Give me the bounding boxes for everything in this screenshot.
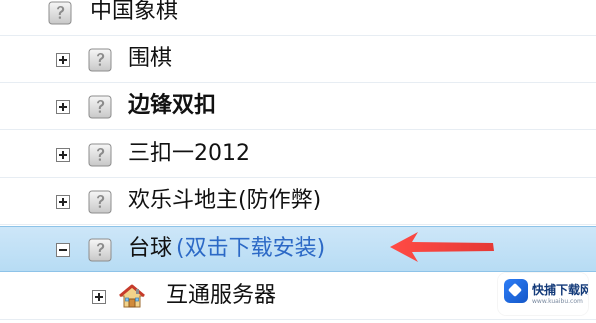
question-mark-icon — [88, 190, 112, 214]
download-hint: (双击下载安装) — [176, 236, 326, 261]
question-mark-icon — [48, 1, 72, 25]
question-mark-icon — [88, 143, 112, 167]
house-icon — [118, 283, 146, 311]
watermark-text: 快捕下载网 — [532, 283, 588, 297]
tree-item-chinese-chess[interactable]: 中国象棋 — [0, 0, 596, 36]
question-mark-icon — [88, 48, 112, 72]
expand-icon[interactable] — [56, 100, 70, 114]
collapse-icon[interactable] — [56, 243, 70, 257]
red-arrow-icon — [388, 227, 498, 269]
tree-item-sankouyi-2012[interactable]: 三扣一2012 — [0, 132, 596, 178]
game-tree: 中国象棋 围棋 边锋双扣 三扣一2012 欢乐斗地主(防作弊) 台球 (双击下载… — [0, 0, 596, 323]
kuaibu-logo-icon — [504, 279, 528, 303]
tree-item-go[interactable]: 围棋 — [0, 37, 596, 83]
watermark-logo: 快捕下载网 www.kuaibu.com — [498, 273, 588, 315]
tree-item-label-text: 台球 — [128, 236, 173, 261]
expand-icon[interactable] — [56, 53, 70, 67]
tree-item-label: 三扣一2012 — [128, 141, 250, 166]
tree-item-label: 欢乐斗地主(防作弊) — [128, 188, 322, 213]
expand-icon[interactable] — [56, 148, 70, 162]
tree-item-billiards[interactable]: 台球 (双击下载安装) — [0, 226, 596, 272]
tree-item-bianfeng-shuangkou[interactable]: 边锋双扣 — [0, 84, 596, 130]
watermark-subtext: www.kuaibu.com — [532, 298, 583, 305]
question-mark-icon — [88, 238, 112, 262]
tree-item-doudizhu[interactable]: 欢乐斗地主(防作弊) — [0, 179, 596, 225]
tree-item-label: 台球 (双击下载安装) — [128, 235, 325, 263]
tree-item-label: 中国象棋 — [90, 0, 179, 24]
tree-item-label: 围棋 — [128, 46, 173, 71]
expand-icon[interactable] — [56, 195, 70, 209]
tree-item-label: 边锋双扣 — [128, 93, 217, 118]
question-mark-icon — [88, 95, 112, 119]
expand-icon[interactable] — [92, 290, 106, 304]
tree-item-label: 互通服务器 — [166, 283, 277, 308]
